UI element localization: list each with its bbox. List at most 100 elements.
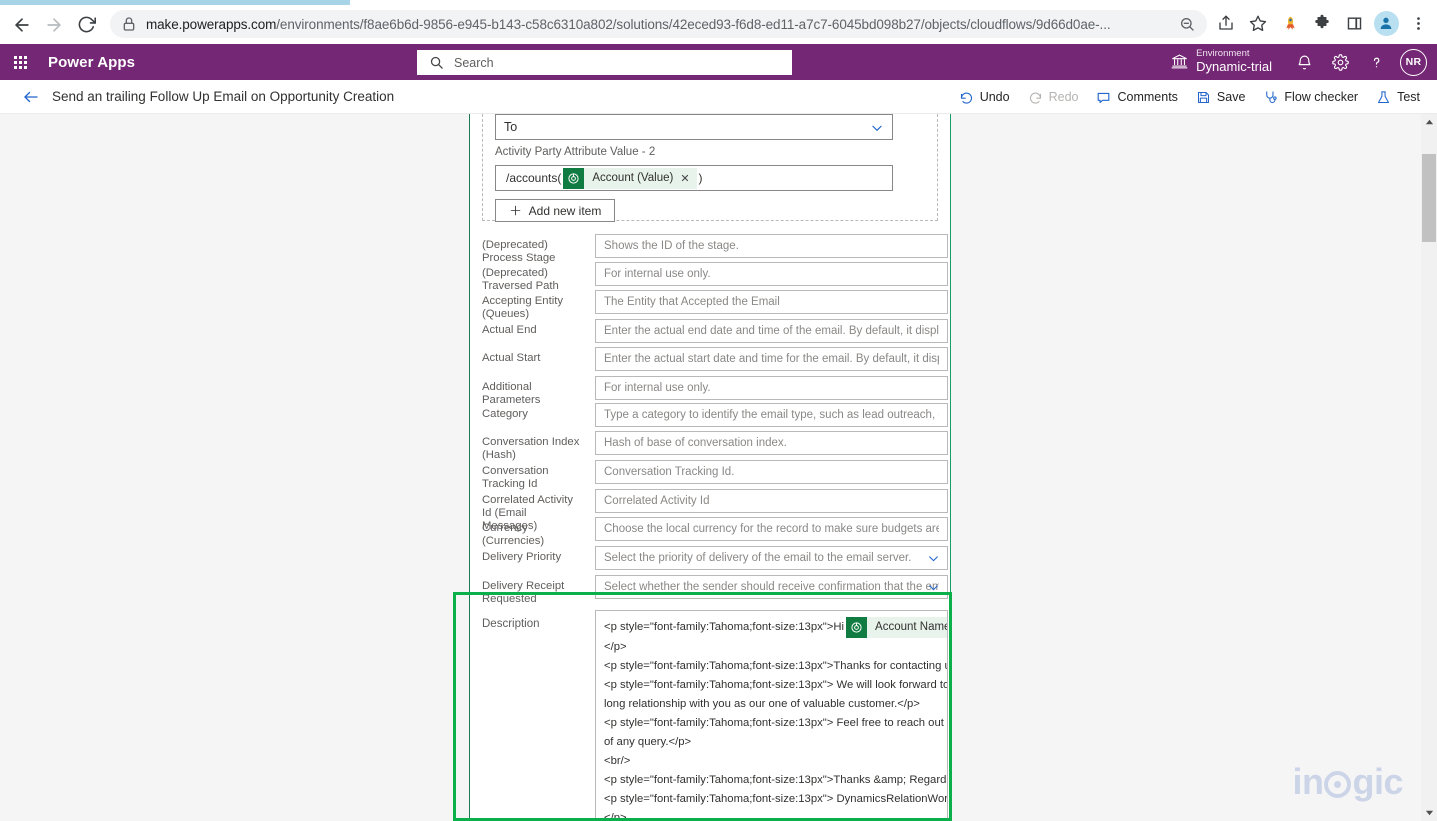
field-label: Additional Parameters xyxy=(482,381,541,406)
field-label: Category xyxy=(482,408,528,420)
description-input[interactable]: <p style="font-family:Tahoma;font-size:1… xyxy=(595,610,948,821)
field-label: Conversation Index (Hash) xyxy=(482,436,580,461)
notifications-bell-icon[interactable] xyxy=(1286,44,1322,80)
environment-bank-icon xyxy=(1171,55,1188,69)
redo-button[interactable]: Redo xyxy=(1019,82,1088,112)
settings-gear-icon[interactable] xyxy=(1322,44,1358,80)
field-select[interactable]: Select whether the sender should receive… xyxy=(595,575,948,599)
url-path: /environments/f8ae6b6d-9856-e945-b143-c5… xyxy=(276,16,1111,32)
field-placeholder: Enter the actual start date and time for… xyxy=(604,353,939,365)
description-line: <p style="font-family:Tahoma;font-size:1… xyxy=(604,679,948,691)
plus-icon xyxy=(510,205,520,216)
to-dropdown[interactable]: To xyxy=(495,114,893,140)
profile-avatar[interactable] xyxy=(1371,8,1401,38)
browser-chrome: make.powerapps.com/environments/f8ae6b6d… xyxy=(0,0,1437,44)
description-line: </p> xyxy=(604,812,627,821)
chevron-down-icon xyxy=(929,556,938,562)
forward-button[interactable] xyxy=(38,9,70,41)
flow-checker-button[interactable]: Flow checker xyxy=(1254,82,1367,112)
value-suffix: ) xyxy=(698,171,703,185)
field-placeholder: For internal use only. xyxy=(604,382,711,394)
environment-text: Environment Dynamic-trial xyxy=(1196,48,1272,75)
add-new-item-label: Add new item xyxy=(528,203,602,218)
field-label: Actual Start xyxy=(482,352,541,364)
comments-label: Comments xyxy=(1117,90,1178,104)
field-label: Actual End xyxy=(482,324,537,336)
field-placeholder: Select whether the sender should receive… xyxy=(604,581,939,593)
help-question-icon[interactable] xyxy=(1358,44,1394,80)
back-to-list-button[interactable] xyxy=(16,82,46,112)
undo-button[interactable]: Undo xyxy=(950,82,1019,112)
add-new-item-button[interactable]: Add new item xyxy=(495,199,615,222)
header-right-actions: Environment Dynamic-trial NR xyxy=(1171,44,1437,80)
share-icon[interactable] xyxy=(1211,8,1241,38)
scroll-down-arrow-icon[interactable] xyxy=(1421,804,1437,821)
field-input[interactable]: Conversation Tracking Id. xyxy=(595,460,948,484)
dynamic-content-token[interactable]: Account (Value) ✕ xyxy=(563,167,697,189)
scroll-up-arrow-icon[interactable] xyxy=(1421,114,1437,131)
activity-party-section: To Activity Party Attribute Value - 2 /a… xyxy=(482,114,938,222)
field-input[interactable]: For internal use only. xyxy=(595,262,948,286)
reload-button[interactable] xyxy=(70,9,102,41)
field-label: (Deprecated) Process Stage xyxy=(482,239,556,264)
rocket-extension-icon[interactable] xyxy=(1275,8,1305,38)
token-label: Account (Value) xyxy=(592,172,674,184)
description-line: of any query.</p> xyxy=(604,736,692,748)
puzzle-piece-icon[interactable] xyxy=(1307,8,1337,38)
watermark-text-after: gic xyxy=(1352,761,1403,802)
field-input[interactable]: The Entity that Accepted the Email xyxy=(595,290,948,314)
comments-button[interactable]: Comments xyxy=(1087,82,1186,112)
field-input[interactable]: Enter the actual end date and time of th… xyxy=(595,319,948,343)
address-bar[interactable]: make.powerapps.com/environments/f8ae6b6d… xyxy=(110,10,1207,38)
field-label: Delivery Priority xyxy=(482,551,562,563)
description-line: long relationship with you as our one of… xyxy=(604,698,920,710)
value-prefix: /accounts( xyxy=(506,171,562,185)
bookmark-star-icon[interactable] xyxy=(1243,8,1273,38)
field-input[interactable]: Hash of base of conversation index. xyxy=(595,431,948,455)
test-label: Test xyxy=(1397,90,1420,104)
dataverse-icon xyxy=(846,617,868,638)
save-button[interactable]: Save xyxy=(1187,82,1255,112)
field-placeholder: Select the priority of delivery of the e… xyxy=(604,552,912,564)
field-placeholder: Type a category to identify the email ty… xyxy=(604,409,939,421)
activity-party-value-field[interactable]: /accounts( Account (Value) ✕ ) xyxy=(495,165,893,191)
field-input[interactable]: Enter the actual start date and time for… xyxy=(595,347,948,371)
dynamic-content-token[interactable]: Account Name ✕ xyxy=(846,617,947,638)
close-x-icon[interactable]: ✕ xyxy=(680,172,696,185)
field-input[interactable]: Shows the ID of the stage. xyxy=(595,234,948,258)
to-dropdown-value: To xyxy=(504,120,518,134)
test-button[interactable]: Test xyxy=(1367,82,1429,112)
field-input[interactable]: Correlated Activity Id xyxy=(595,489,948,513)
watermark-text-before: in xyxy=(1292,761,1324,802)
browser-nav-controls xyxy=(0,5,102,44)
page-scrollbar[interactable] xyxy=(1421,114,1437,821)
user-avatar[interactable]: NR xyxy=(1400,48,1427,76)
three-dot-menu-icon[interactable] xyxy=(1403,8,1433,38)
back-button[interactable] xyxy=(6,9,38,41)
field-input[interactable]: For internal use only. xyxy=(595,376,948,400)
scrollbar-thumb[interactable] xyxy=(1422,154,1436,242)
chevron-down-icon xyxy=(929,585,938,591)
side-panel-icon[interactable] xyxy=(1339,8,1369,38)
url-host: make.powerapps.com xyxy=(146,16,277,32)
brand-title[interactable]: Power Apps xyxy=(48,54,135,71)
field-input[interactable]: Choose the local currency for the record… xyxy=(595,517,948,541)
field-label: Currency (Currencies) xyxy=(482,522,545,547)
field-input[interactable]: Type a category to identify the email ty… xyxy=(595,403,948,427)
environment-name: Dynamic-trial xyxy=(1196,58,1272,74)
save-label: Save xyxy=(1216,90,1246,104)
flow-designer-canvas: To Activity Party Attribute Value - 2 /a… xyxy=(0,114,1421,821)
command-bar-actions: Undo Redo Comments Save Flow checker Tes… xyxy=(950,80,1429,114)
description-line-prefix: <p style="font-family:Tahoma;font-size:1… xyxy=(604,621,845,633)
field-label: (Deprecated) Traversed Path xyxy=(482,267,559,292)
app-launcher-icon[interactable] xyxy=(0,44,40,80)
description-line: <p style="font-family:Tahoma;font-size:1… xyxy=(604,660,948,672)
description-line: <br/> xyxy=(604,755,631,767)
field-select[interactable]: Select the priority of delivery of the e… xyxy=(595,546,948,570)
global-search-box[interactable]: Search xyxy=(417,50,792,75)
environment-picker[interactable]: Environment Dynamic-trial xyxy=(1171,48,1272,75)
field-placeholder: Shows the ID of the stage. xyxy=(604,240,739,252)
field-placeholder: Conversation Tracking Id. xyxy=(604,466,735,478)
chevron-down-icon xyxy=(872,125,882,132)
zoom-out-icon[interactable] xyxy=(1179,16,1195,32)
